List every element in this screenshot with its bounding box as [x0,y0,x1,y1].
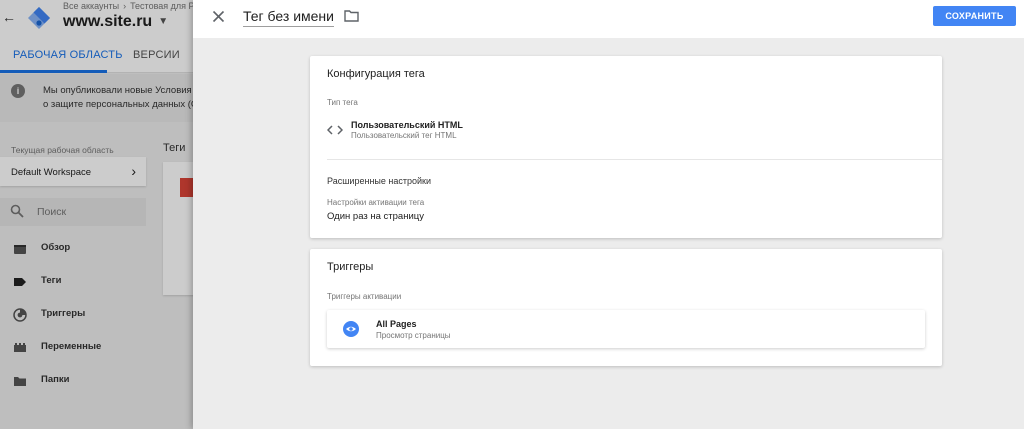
panel-header: Тег без имени СОХРАНИТЬ [193,0,1024,38]
tag-name-input[interactable]: Тег без имени [243,8,334,27]
save-button[interactable]: СОХРАНИТЬ [933,6,1016,26]
card-title: Триггеры [327,261,374,273]
advanced-settings-toggle[interactable]: Расширенные настройки [327,176,431,186]
tag-editor-panel: Тег без имени СОХРАНИТЬ Конфигурация тег… [193,0,1024,429]
tag-type-description: Пользовательский тег HTML [351,131,457,140]
firing-options-value: Один раз на страницу [327,211,424,222]
triggering-card[interactable]: Триггеры Триггеры активации All Pages Пр… [310,249,942,366]
firing-triggers-label: Триггеры активации [327,292,402,301]
close-icon[interactable] [212,10,225,23]
firing-options-label: Настройки активации тега [327,198,425,207]
tag-type-name: Пользовательский HTML [351,120,463,130]
folder-icon[interactable] [344,9,359,22]
tag-type-label: Тип тега [327,98,358,107]
trigger-name: All Pages [376,319,417,329]
code-icon [327,125,343,135]
trigger-item-all-pages[interactable]: All Pages Просмотр страницы [327,310,925,348]
tag-configuration-card[interactable]: Конфигурация тега Тип тега Пользовательс… [310,56,942,238]
divider [327,159,942,160]
trigger-type: Просмотр страницы [376,331,451,340]
card-title: Конфигурация тега [327,68,425,80]
pageview-eye-icon [343,321,359,337]
overlay-scrim[interactable] [0,0,193,429]
